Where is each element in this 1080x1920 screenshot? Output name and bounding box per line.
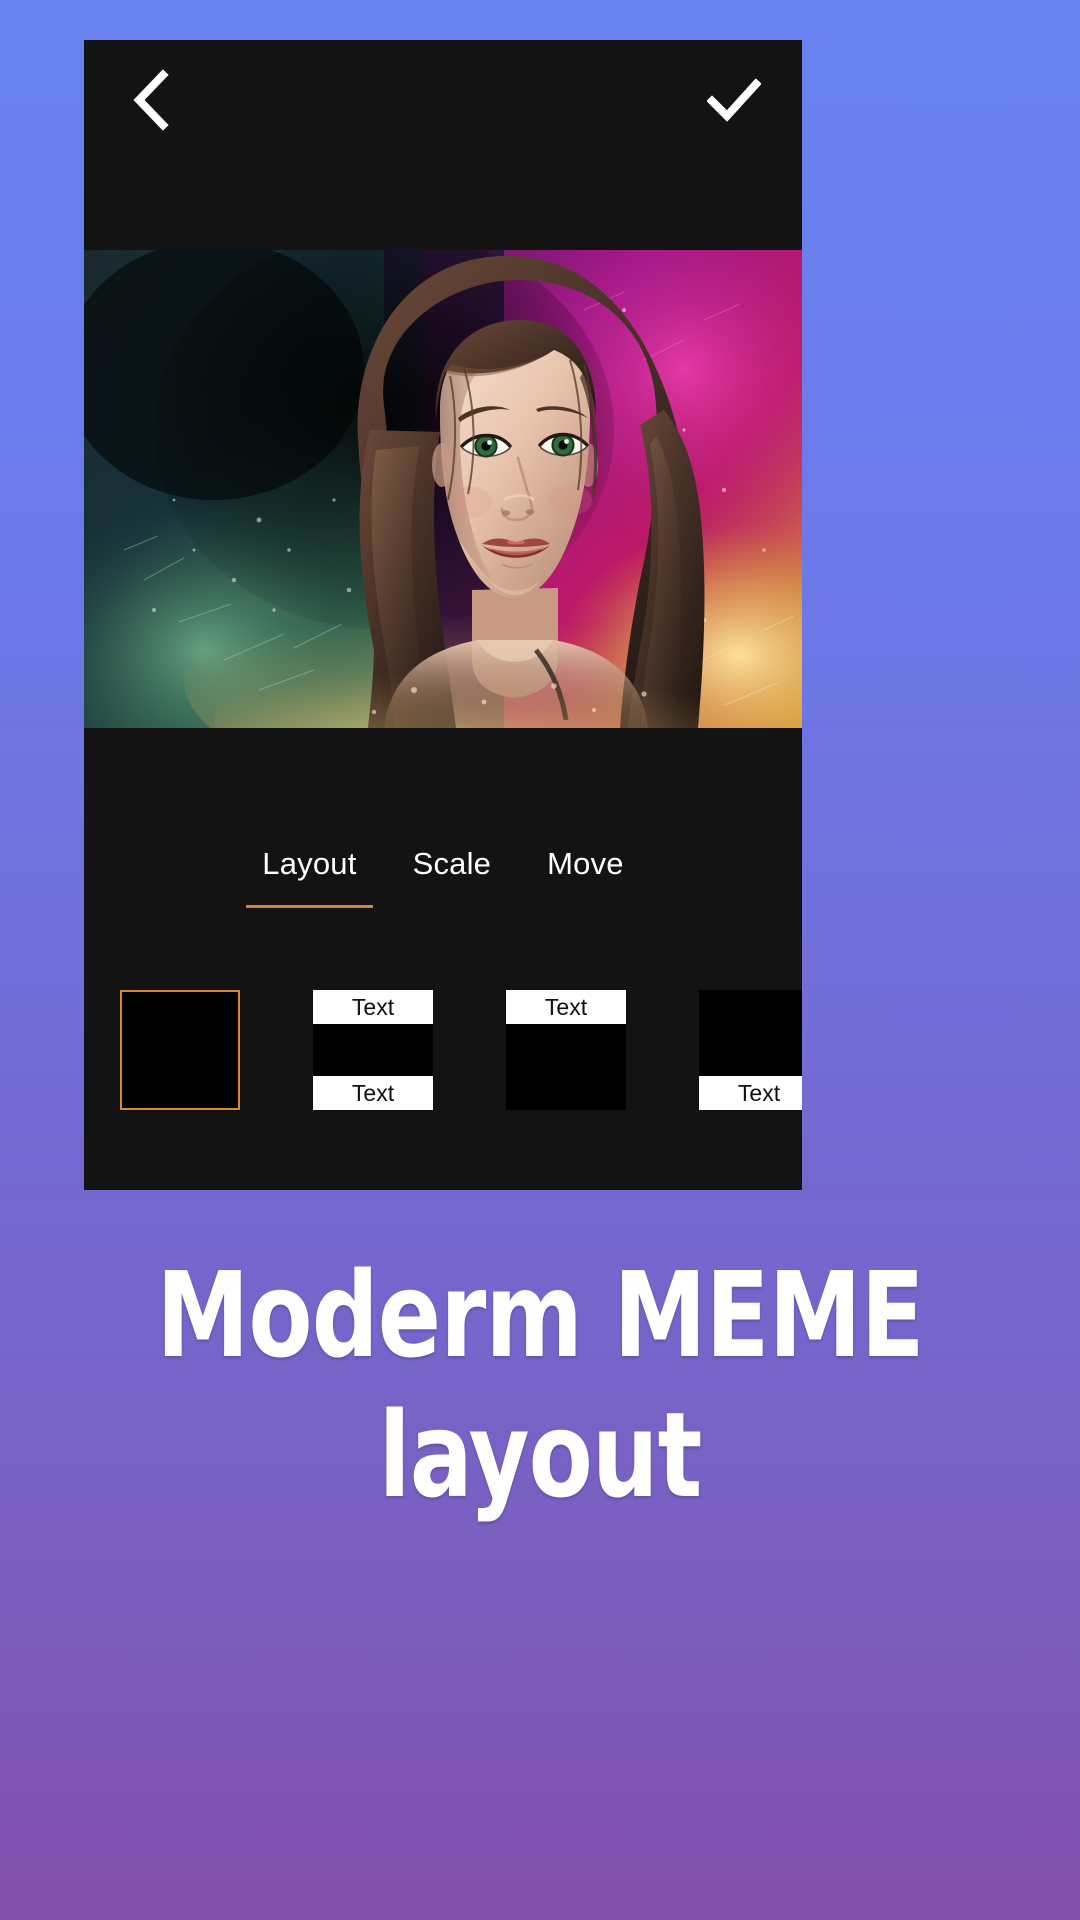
check-icon bbox=[707, 78, 761, 122]
promo-headline: Moderm MEME layout bbox=[65, 1245, 1015, 1525]
tab-layout[interactable]: Layout bbox=[234, 840, 384, 908]
confirm-button[interactable] bbox=[688, 54, 780, 146]
promo-headline-line-1: Moderm MEME bbox=[156, 1246, 924, 1384]
layout-preview-area bbox=[699, 990, 802, 1076]
layout-option-text-bottom[interactable]: Text bbox=[699, 990, 802, 1110]
tab-scale[interactable]: Scale bbox=[385, 840, 520, 908]
editor-top-bar bbox=[84, 40, 802, 250]
layout-option-no-text[interactable] bbox=[120, 990, 240, 1110]
layout-option-track: Text Text Text Text bbox=[120, 990, 802, 1110]
layout-option-strip[interactable]: Text Text Text Text bbox=[84, 990, 802, 1180]
meme-editor-panel: Layout Scale Move Text Text Text Text bbox=[84, 40, 802, 1190]
chevron-left-icon bbox=[130, 69, 174, 131]
photo-canvas[interactable] bbox=[84, 250, 802, 728]
layout-preview-area bbox=[122, 992, 238, 1108]
layout-preview-area bbox=[506, 1024, 626, 1110]
back-button[interactable] bbox=[106, 54, 198, 146]
layout-top-text-label: Text bbox=[313, 990, 433, 1024]
layout-bottom-text-label: Text bbox=[313, 1076, 433, 1110]
layout-option-text-top-and-bottom[interactable]: Text Text bbox=[313, 990, 433, 1110]
layout-bottom-text-label: Text bbox=[699, 1076, 802, 1110]
promo-headline-line-2: layout bbox=[378, 1386, 703, 1524]
layout-top-text-label: Text bbox=[506, 990, 626, 1024]
editor-tab-bar: Layout Scale Move bbox=[84, 840, 802, 960]
tab-move[interactable]: Move bbox=[519, 840, 652, 908]
layout-option-text-top[interactable]: Text bbox=[506, 990, 626, 1110]
edited-photo bbox=[84, 250, 802, 728]
layout-preview-area bbox=[313, 1024, 433, 1076]
